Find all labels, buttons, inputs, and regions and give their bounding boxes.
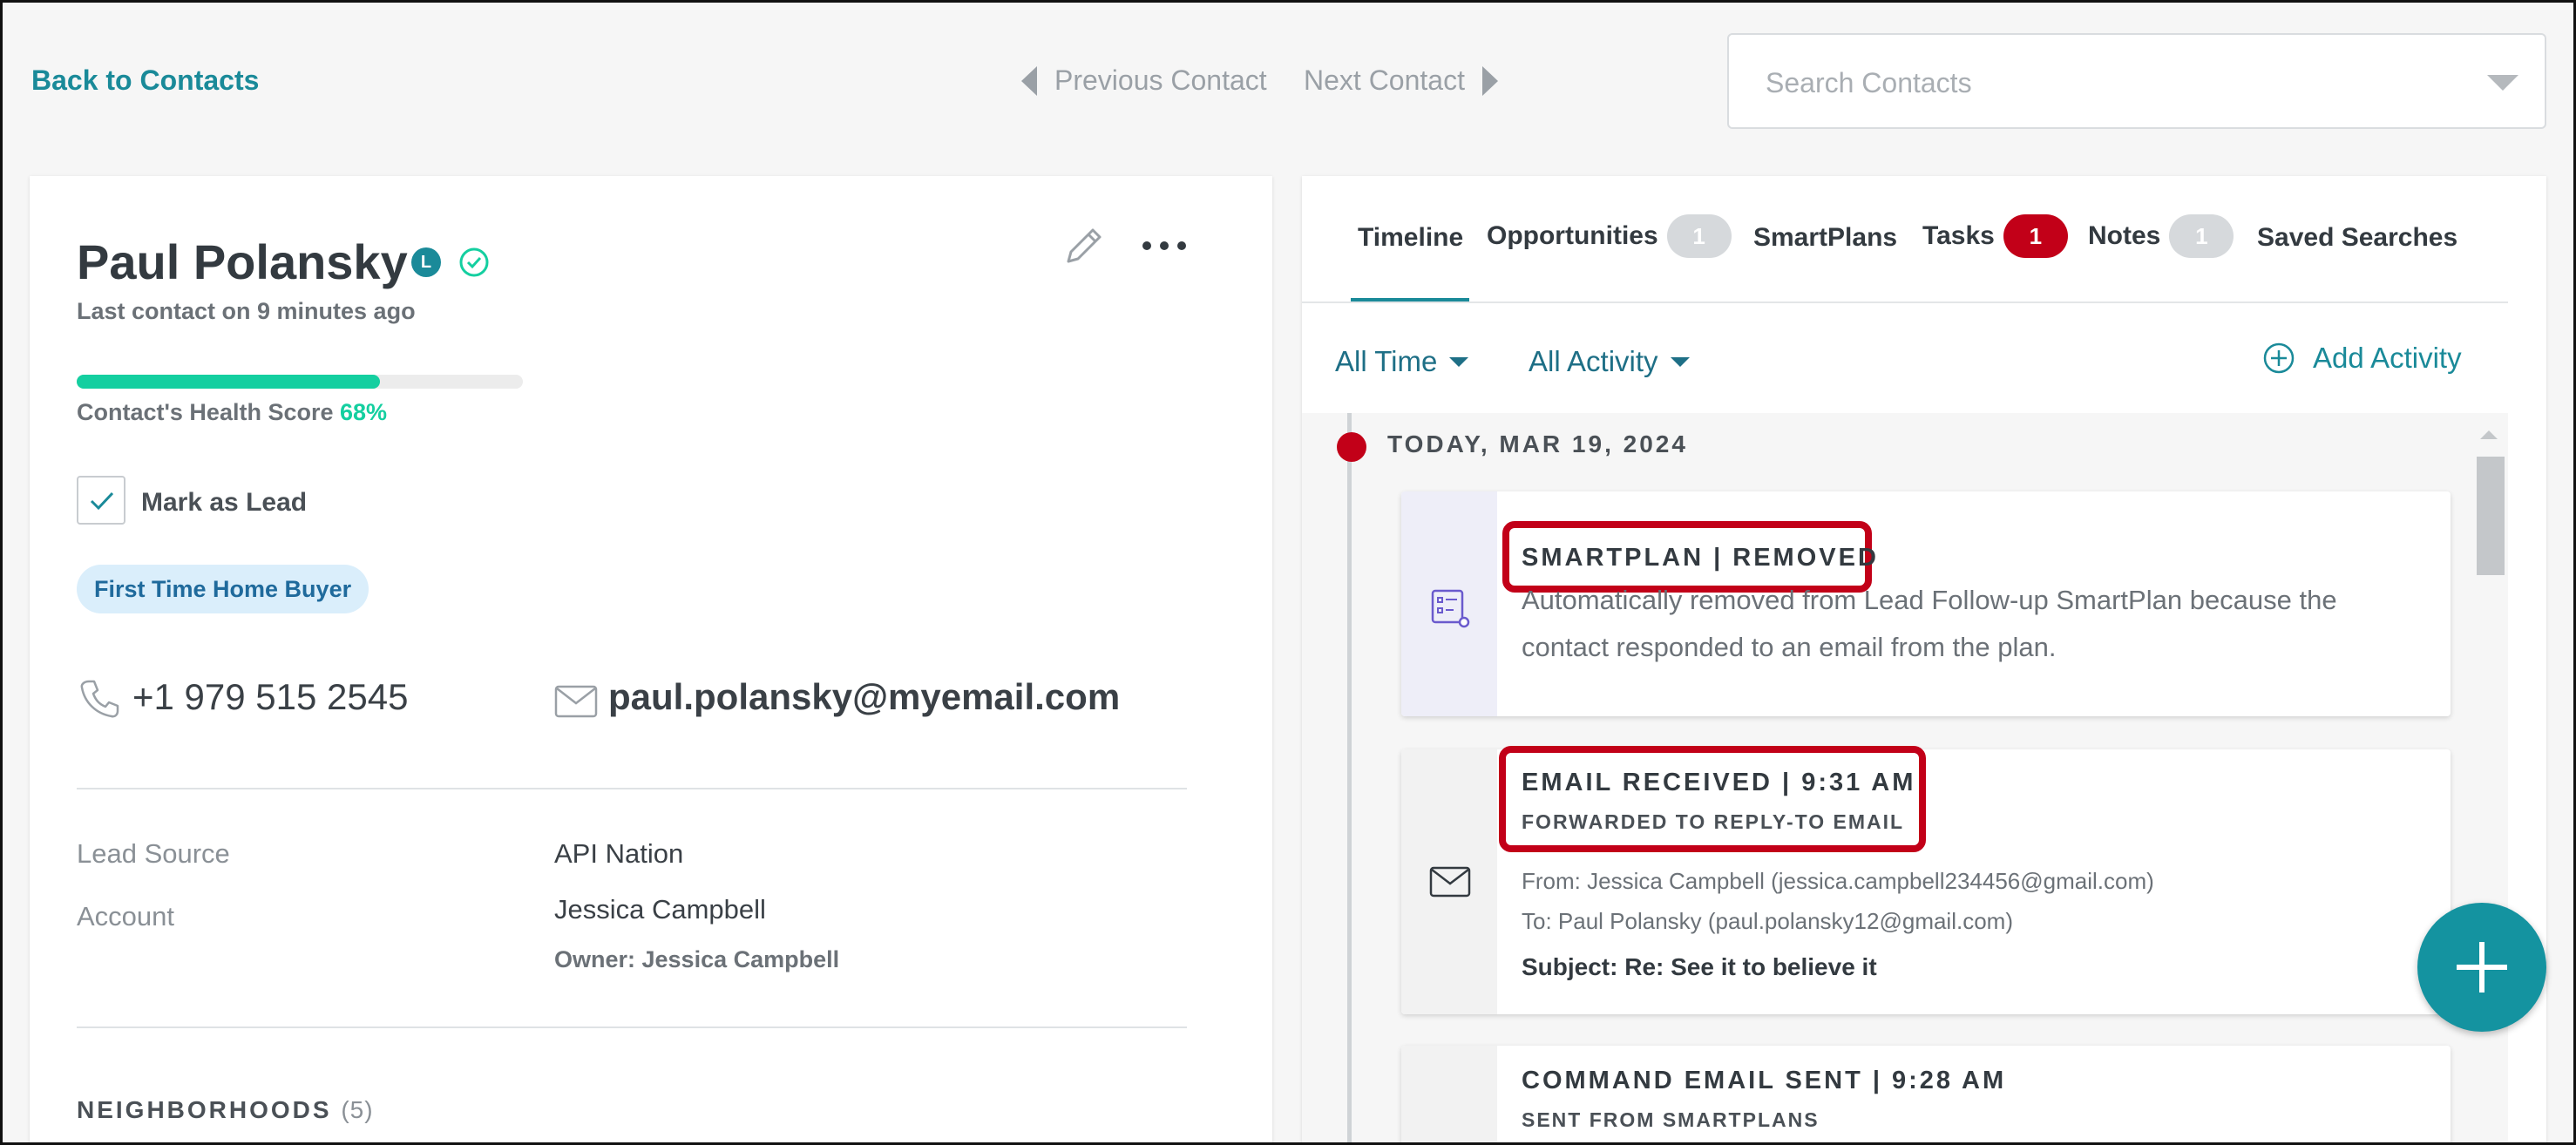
- envelope-icon: [554, 685, 598, 718]
- smartplan-icon: [1431, 589, 1470, 628]
- activity-title: EMAIL RECEIVED | 9:31 AM: [1522, 769, 1916, 796]
- email-subject: Subject: Re: See it to believe it: [1522, 953, 1877, 980]
- divider: [77, 1026, 1187, 1028]
- next-contact-label: Next Contact: [1304, 64, 1465, 96]
- previous-contact-button[interactable]: Previous Contact: [1021, 64, 1267, 97]
- tabs-divider: [1302, 301, 2508, 303]
- add-floating-button[interactable]: [2417, 903, 2546, 1032]
- chevron-down-icon: [1449, 356, 1469, 367]
- account-owner: Owner: Jessica Campbell: [554, 946, 840, 972]
- opportunities-count-badge: 1: [1666, 214, 1732, 258]
- time-filter-dropdown[interactable]: All Time: [1335, 345, 1469, 378]
- chevron-down-icon: [1670, 356, 1690, 367]
- activity-title: COMMAND EMAIL SENT | 9:28 AM: [1522, 1067, 2007, 1094]
- contact-phone[interactable]: +1 979 515 2545: [132, 676, 408, 718]
- health-score-label: Contact's Health Score 68%: [77, 399, 388, 425]
- neighborhoods-count: (5): [341, 1096, 374, 1123]
- chevron-right-icon: [1481, 65, 1498, 96]
- highlight-box: [1499, 746, 1926, 852]
- phone-icon: [80, 680, 119, 718]
- tab-opportunities[interactable]: Opportunities 1: [1487, 214, 1732, 258]
- lead-badge: L: [411, 247, 441, 277]
- plus-circle-icon: [2263, 342, 2295, 374]
- lead-source-label: Lead Source: [77, 838, 230, 869]
- account-value: Jessica Campbell: [554, 894, 766, 925]
- add-activity-button[interactable]: Add Activity: [2262, 342, 2462, 375]
- health-score-bar: [77, 375, 523, 389]
- tab-saved-searches[interactable]: Saved Searches: [2257, 223, 2457, 253]
- activity-filter-dropdown[interactable]: All Activity: [1529, 345, 1690, 378]
- tab-notes[interactable]: Notes 1: [2088, 214, 2234, 258]
- more-options-icon[interactable]: [1138, 235, 1190, 256]
- activity-icon-column: [1401, 749, 1497, 1014]
- account-label: Account: [77, 901, 175, 932]
- lead-source-value: API Nation: [554, 838, 684, 869]
- timeline-scrollbar[interactable]: [2473, 427, 2505, 1145]
- contact-name: Paul Polansky: [77, 234, 408, 289]
- active-tab-indicator: [1351, 298, 1469, 301]
- last-contact-text: Last contact on 9 minutes ago: [77, 298, 416, 324]
- next-contact-button[interactable]: Next Contact: [1304, 64, 1498, 97]
- notes-count-badge: 1: [2169, 214, 2234, 258]
- checkmark-icon: [90, 491, 114, 511]
- plus-icon: [2457, 942, 2507, 993]
- timeline-date-marker: [1337, 432, 1366, 462]
- tab-tasks[interactable]: Tasks 1: [1922, 214, 2068, 258]
- activity-subtitle: FORWARDED TO REPLY-TO EMAIL: [1522, 810, 1905, 833]
- mark-as-lead-label: Mark as Lead: [141, 488, 308, 517]
- health-score-percent: 68%: [340, 399, 388, 425]
- verified-check-icon: [459, 247, 489, 277]
- divider: [77, 788, 1187, 789]
- health-score-fill: [77, 375, 381, 389]
- timeline-line: [1347, 413, 1352, 1145]
- scroll-up-icon[interactable]: [2480, 430, 2498, 439]
- neighborhoods-heading[interactable]: NEIGHBORHOODS (5): [77, 1096, 374, 1124]
- activity-title: SMARTPLAN | REMOVED: [1522, 544, 1879, 572]
- chevron-down-icon[interactable]: [2487, 75, 2518, 91]
- mark-as-lead-checkbox[interactable]: [77, 476, 125, 525]
- activity-icon-column: [1401, 1046, 1497, 1145]
- search-contacts-dropdown[interactable]: Search Contacts: [1727, 33, 2546, 129]
- envelope-icon: [1429, 866, 1471, 898]
- back-to-contacts-link[interactable]: Back to Contacts: [31, 64, 259, 97]
- activity-icon-column: [1401, 491, 1497, 716]
- chevron-left-icon: [1021, 65, 1037, 96]
- email-to: To: Paul Polansky (paul.polansky12@gmail…: [1522, 908, 2013, 934]
- activity-description: Automatically removed from Lead Follow-u…: [1522, 585, 2337, 662]
- contact-email[interactable]: paul.polansky@myemail.com: [608, 676, 1120, 718]
- tab-smartplans[interactable]: SmartPlans: [1753, 223, 1897, 253]
- scrollbar-thumb[interactable]: [2477, 457, 2505, 575]
- pencil-edit-icon[interactable]: [1060, 221, 1108, 270]
- activity-subtitle: SENT FROM SMARTPLANS: [1522, 1108, 1820, 1131]
- contact-tag[interactable]: First Time Home Buyer: [77, 565, 369, 613]
- tasks-count-badge: 1: [2003, 214, 2068, 258]
- previous-contact-label: Previous Contact: [1054, 64, 1267, 96]
- timeline-date: TODAY, MAR 19, 2024: [1387, 430, 1688, 457]
- email-from: From: Jessica Campbell (jessica.campbell…: [1522, 868, 2154, 894]
- tab-timeline[interactable]: Timeline: [1358, 223, 1463, 253]
- search-contacts-placeholder: Search Contacts: [1766, 67, 1972, 98]
